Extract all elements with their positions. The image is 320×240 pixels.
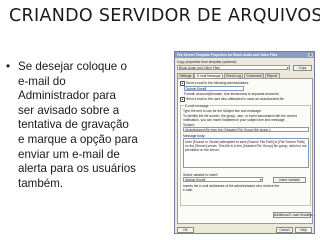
bullet-line: enviar um e-mail de	[18, 147, 120, 161]
additional-headers-button[interactable]: Additional E-mail Headers...	[273, 212, 314, 218]
email-tab-panel: Send e-mail to the following administrat…	[177, 78, 314, 224]
format-hint: Format: account@domain. Use semicolons t…	[184, 92, 280, 96]
dialog-title: File Screen Template Properties for Bloc…	[177, 53, 278, 57]
send-admin-label: Send e-mail to the following administrat…	[186, 81, 250, 85]
cancel-button[interactable]: Cancel	[276, 227, 293, 233]
copy-label: Copy properties from template (optional)…	[177, 60, 237, 64]
variable-description: Inserts the e-mail addresses of the admi…	[183, 184, 280, 192]
copy-template-select[interactable]: Block Audio and Video Files ▾	[177, 65, 290, 70]
dialog-titlebar: File Screen Template Properties for Bloc…	[175, 52, 314, 58]
bullet-point: • Se desejar coloque o e-mail do Adminis…	[6, 60, 172, 191]
chevron-down-icon: ▾	[286, 66, 289, 70]
bullet-symbol: •	[6, 60, 11, 73]
help-button[interactable]: Help	[295, 227, 312, 233]
bullet-line: alerta para os usuários	[18, 162, 136, 176]
bullet-line: ser avisado sobre a	[18, 103, 120, 117]
email-message-group: E-mail message Type the text to use for …	[180, 104, 311, 206]
send-user-label: Send e-mail to the user who attempted to…	[186, 97, 284, 101]
copy-template-value: Block Audio and Video Files	[179, 66, 220, 70]
bullet-line: e marque a opção para	[18, 132, 138, 146]
group-caption: E-mail message	[184, 104, 210, 108]
properties-dialog: File Screen Template Properties for Bloc…	[174, 51, 315, 234]
bullet-line: Se desejar coloque o	[18, 60, 127, 73]
admin-email-field[interactable]: [Admin Email]	[184, 86, 244, 91]
variable-select[interactable]: [Admin Email] ▾	[183, 177, 263, 182]
message-body-field[interactable]: User [Source Io Owner] attempted to save…	[183, 138, 309, 168]
bullet-line: também.	[18, 176, 64, 190]
variable-value: [Admin Email]	[185, 178, 206, 182]
bullet-text: Se desejar coloque o e-mail do Administr…	[18, 60, 172, 191]
copy-button[interactable]: Copy	[293, 65, 312, 71]
send-user-checkbox[interactable]: Send e-mail to the user who attempted to…	[180, 97, 284, 103]
bullet-line: Administrador para	[18, 89, 116, 103]
subject-field[interactable]: Unauthorized file from the [Violated Fil…	[183, 127, 309, 132]
chevron-down-icon: ▾	[259, 178, 262, 182]
ok-button[interactable]: OK	[177, 227, 194, 233]
close-icon[interactable]: X	[308, 53, 313, 57]
group-hint-variables: To identify the file screen, the group, …	[183, 114, 297, 122]
checkbox-checked-icon	[180, 97, 185, 103]
bullet-line: tentativa de gravação	[18, 118, 129, 132]
insert-variable-button[interactable]: Insert Variable	[273, 177, 306, 183]
group-hint: Type the text to use for the Subject lin…	[183, 109, 262, 113]
bullet-line: e-mail do	[18, 74, 66, 88]
slide-title: CRIANDO SERVIDOR DE ARQUIVOS	[9, 6, 320, 26]
